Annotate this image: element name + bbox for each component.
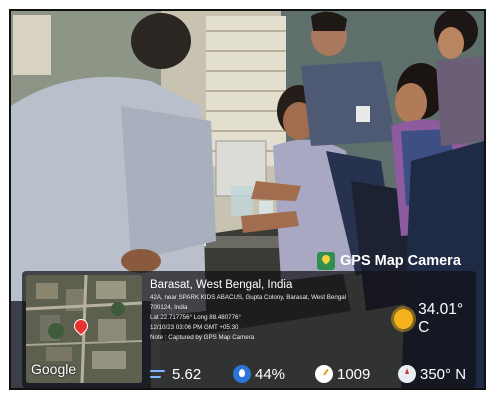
pressure-gauge-icon <box>315 365 333 383</box>
temperature-value: 34.01° C <box>418 301 464 336</box>
gps-info-panel: Google Barasat, West Bengal, India 42A, … <box>22 271 476 388</box>
photo-frame: GPS Map Camera Google Barasat, West Beng… <box>0 0 491 396</box>
humidity-value: 44% <box>255 365 286 383</box>
pressure-value: 1009 <box>337 365 371 383</box>
coordinates: Lat 22.717756° Long 88.480776° <box>150 314 241 321</box>
heading-metric: 350° N <box>398 365 466 383</box>
wind-value: 5.62 <box>172 365 202 383</box>
sun-icon <box>394 309 414 329</box>
photo: GPS Map Camera Google Barasat, West Beng… <box>9 9 486 390</box>
address-line-1: 42A, near SPARK KIDS ABACUS, Gupta Colon… <box>150 294 347 301</box>
gps-brand: GPS Map Camera <box>317 249 461 273</box>
pressure-metric: 1009 <box>315 365 370 383</box>
address-block: Barasat, West Bengal, India 42A, near SP… <box>150 277 346 343</box>
wind-icon <box>150 365 168 383</box>
humidity-icon <box>233 365 251 383</box>
temperature: 34.01° C <box>394 301 476 337</box>
heading-value: 350° N <box>420 365 467 383</box>
datetime: 12/10/23 03:06 PM GMT +05:30 <box>150 324 239 331</box>
compass-icon <box>398 365 416 383</box>
brand-label: GPS Map Camera <box>340 253 461 269</box>
city-line: Barasat, West Bengal, India <box>150 279 293 291</box>
humidity-metric: 44% <box>233 365 285 383</box>
wind-metric: 5.62 <box>150 365 201 383</box>
map-thumbnail: Google <box>26 275 142 383</box>
address-line-2: 700124, India <box>150 304 188 311</box>
note: Note : Captured by GPS Map Camera <box>150 334 255 341</box>
location-logo-icon <box>317 252 335 270</box>
map-attribution: Google <box>31 361 77 377</box>
